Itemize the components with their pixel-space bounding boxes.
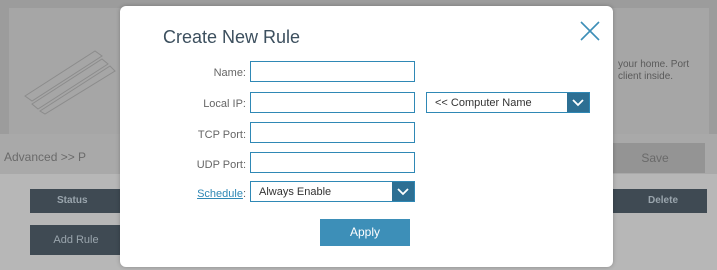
hint-line-1: your home. Port xyxy=(618,59,690,70)
apply-button[interactable]: Apply xyxy=(320,219,410,246)
add-rule-button[interactable]: Add Rule xyxy=(30,225,122,255)
name-label: Name: xyxy=(213,67,246,79)
computer-name-select-value: << Computer Name xyxy=(435,97,532,109)
schedule-link[interactable]: Schedule xyxy=(197,188,243,200)
breadcrumb[interactable]: Advanced >> P xyxy=(4,150,86,164)
close-icon[interactable] xyxy=(578,19,602,43)
background-hint-text: your home. Port client inside. xyxy=(618,59,689,83)
schedule-dropdown-button[interactable] xyxy=(392,182,414,201)
local-ip-label: Local IP: xyxy=(203,98,246,110)
create-rule-dialog: Create New Rule Name: Local IP: << Compu… xyxy=(120,6,613,267)
column-header-status: Status xyxy=(57,195,88,206)
udp-port-label: UDP Port: xyxy=(196,159,246,171)
local-ip-field[interactable] xyxy=(250,92,415,113)
save-button[interactable]: Save xyxy=(605,143,705,173)
computer-name-select[interactable]: << Computer Name xyxy=(426,92,590,113)
tcp-port-label: TCP Port: xyxy=(197,129,246,141)
computer-name-dropdown-button[interactable] xyxy=(567,93,589,112)
dialog-title: Create New Rule xyxy=(163,27,301,47)
chevron-down-icon xyxy=(397,188,409,196)
chevron-down-icon xyxy=(572,99,584,107)
schedule-select-value: Always Enable xyxy=(259,186,332,198)
udp-port-field[interactable] xyxy=(250,152,415,173)
schedule-label: Schedule: xyxy=(120,188,246,200)
hint-line-2: client inside. xyxy=(618,71,674,82)
column-header-delete: Delete xyxy=(648,195,679,206)
schedule-select[interactable]: Always Enable xyxy=(250,181,415,202)
tcp-port-field[interactable] xyxy=(250,122,415,143)
name-field[interactable] xyxy=(250,61,415,82)
schedule-colon: : xyxy=(242,188,246,200)
router-illustration xyxy=(24,50,116,115)
